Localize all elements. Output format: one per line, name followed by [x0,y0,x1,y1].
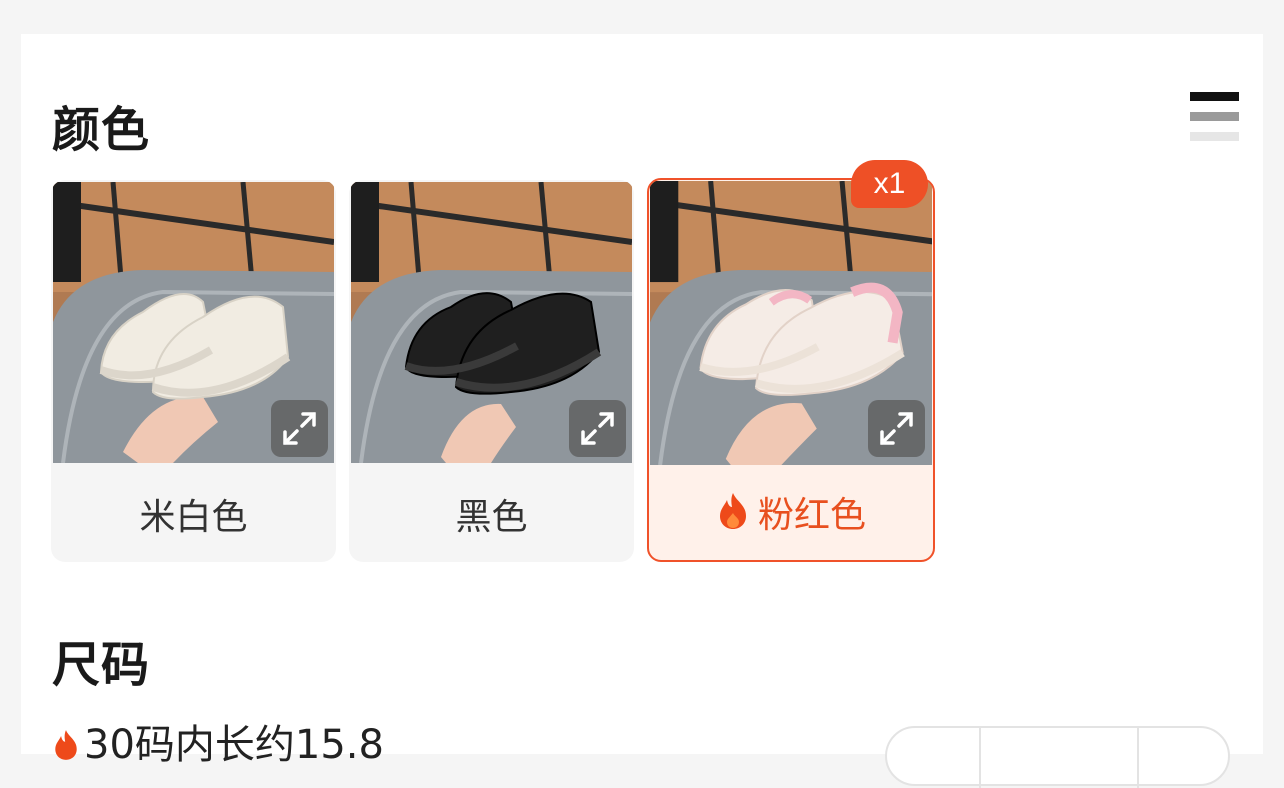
color-option-black[interactable]: 黑色 [349,180,634,562]
expand-icon [283,412,316,445]
list-view-icon [1190,92,1239,101]
color-option-label: 粉红色 [649,486,933,538]
color-option-pink[interactable]: 粉红色 [647,178,935,562]
size-option-label: 30码内长约15.8 [84,722,384,768]
size-option-row[interactable]: 30码内长约15.8 [52,712,384,770]
list-view-toggle[interactable] [1190,92,1239,142]
size-section-title: 尺码 [52,637,151,693]
fire-icon [719,493,746,529]
quantity-stepper[interactable] [885,726,1230,788]
color-section-title: 颜色 [52,102,151,158]
expand-icon [581,412,614,445]
selected-quantity-badge: x1 [851,160,928,208]
expand-image-button[interactable] [569,400,626,457]
color-option-label: 米白色 [139,497,248,538]
expand-icon [880,412,913,445]
expand-image-button[interactable] [271,400,328,457]
color-option-label: 黑色 [455,497,528,538]
expand-image-button[interactable] [868,400,925,457]
color-option-offwhite[interactable]: 米白色 [51,180,336,562]
